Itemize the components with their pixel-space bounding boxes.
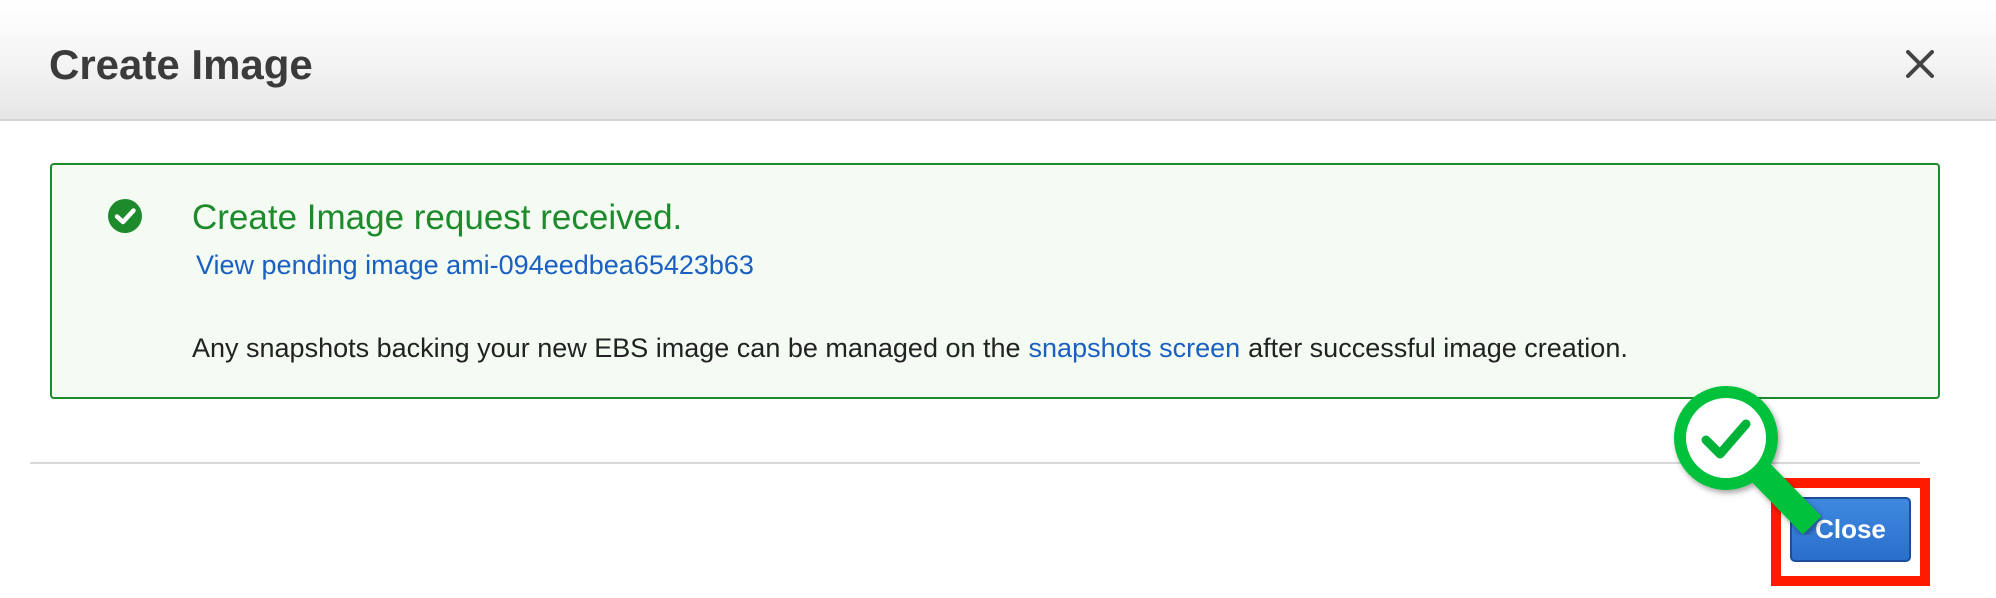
footer-divider — [30, 462, 1920, 464]
alert-title: Create Image request received. — [192, 198, 683, 237]
view-pending-image-link[interactable]: View pending image ami-094eedbea65423b63 — [196, 248, 754, 282]
alert-message-after: after successful image creation. — [1248, 333, 1628, 363]
dialog-title: Create Image — [49, 41, 313, 88]
dialog-header: Create Image — [0, 0, 1996, 121]
success-alert: Create Image request received. View pend… — [50, 163, 1940, 399]
alert-message: Any snapshots backing your new EBS image… — [192, 331, 1628, 365]
close-x-icon[interactable] — [1900, 44, 1940, 84]
magnifier-check-icon — [1668, 380, 1823, 535]
create-image-dialog: Create Image Create Image request receiv… — [0, 0, 1996, 598]
check-circle-icon — [107, 198, 143, 234]
alert-message-before: Any snapshots backing your new EBS image… — [192, 333, 1021, 363]
snapshots-screen-link[interactable]: snapshots screen — [1029, 333, 1241, 363]
